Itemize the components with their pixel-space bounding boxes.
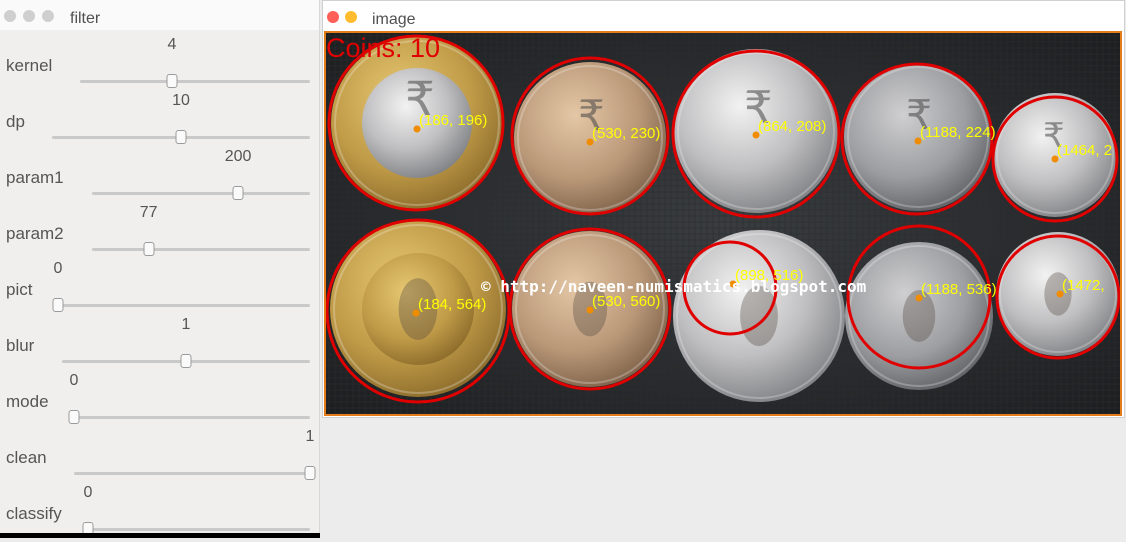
detection-coordinate-label: (184, 564) — [418, 296, 486, 313]
slider-label: kernel — [6, 56, 53, 75]
slider-param2[interactable]: param2 77 — [0, 204, 320, 262]
detection-coordinate-label: (1472, — [1062, 277, 1105, 294]
slider-value: 4 — [167, 36, 177, 53]
filter-window: filter kernel 4 dp 10 param1 200 param2 77 pict 0… — [0, 0, 320, 538]
slider-clean[interactable]: clean 1 — [0, 428, 320, 486]
filter-titlebar: filter — [0, 0, 319, 30]
slider-kernel[interactable]: kernel 4 — [0, 36, 320, 94]
slider-track[interactable] — [80, 80, 310, 83]
image-window: image ₹ ₹ ₹ ₹ ₹ (186, 196) (530, 230) (8… — [322, 0, 1125, 418]
slider-value: 1 — [305, 428, 315, 445]
slider-value: 0 — [53, 260, 63, 277]
slider-dp[interactable]: dp 10 — [0, 92, 320, 150]
slider-blur[interactable]: blur 1 — [0, 316, 320, 374]
slider-label: mode — [6, 392, 49, 411]
slider-label: param2 — [6, 224, 64, 243]
slider-track[interactable] — [88, 528, 310, 531]
minimize-icon[interactable] — [345, 11, 357, 23]
zoom-icon[interactable] — [42, 10, 54, 22]
slider-label: dp — [6, 112, 25, 131]
slider-thumb[interactable] — [304, 466, 316, 480]
filter-window-title: filter — [70, 10, 101, 27]
slider-track[interactable] — [92, 248, 310, 251]
close-icon[interactable] — [327, 11, 339, 23]
slider-label: clean — [6, 448, 47, 467]
slider-pict[interactable]: pict 0 — [0, 260, 320, 318]
slider-track[interactable] — [74, 416, 310, 419]
slider-thumb[interactable] — [175, 130, 187, 144]
slider-param1[interactable]: param1 200 — [0, 148, 320, 206]
watermark-text: © http://naveen-numismatics.blogspot.com — [481, 277, 867, 296]
slider-value: 0 — [83, 484, 93, 501]
panel-bottom-edge — [0, 533, 320, 538]
slider-mode[interactable]: mode 0 — [0, 372, 320, 430]
detection-coordinate-label: (1188, 224) — [920, 124, 996, 141]
slider-thumb[interactable] — [166, 74, 178, 88]
image-titlebar: image — [323, 1, 1124, 31]
slider-thumb[interactable] — [143, 242, 155, 256]
slider-thumb[interactable] — [52, 298, 64, 312]
slider-label: pict — [6, 280, 33, 299]
minimize-icon[interactable] — [23, 10, 35, 22]
slider-value: 200 — [224, 148, 252, 165]
coin-count-label: Coins: 10 — [326, 33, 440, 63]
detection-coordinate-label: (186, 196) — [419, 112, 487, 129]
detection-coordinate-label: (864, 208) — [758, 118, 826, 135]
slider-thumb[interactable] — [180, 354, 192, 368]
slider-value: 77 — [139, 204, 158, 221]
slider-value: 0 — [69, 372, 79, 389]
slider-value: 1 — [181, 316, 191, 333]
coin-image: ₹ ₹ ₹ ₹ ₹ (186, 196)(530, 230) (864, 208) (118… — [326, 33, 1120, 414]
detection-coordinate-label: (530, 230) — [592, 125, 660, 142]
slider-label: classify — [6, 504, 62, 523]
coin-image-canvas[interactable]: ₹ ₹ ₹ ₹ ₹ (186, 196) (530, 230) (864, 208) (118… — [324, 31, 1122, 416]
slider-track[interactable] — [58, 304, 310, 307]
slider-thumb[interactable] — [68, 410, 80, 424]
slider-track[interactable] — [92, 192, 310, 195]
slider-track[interactable] — [74, 472, 310, 475]
detection-coordinate-label: (1464, 2 — [1057, 142, 1112, 159]
slider-thumb[interactable] — [232, 186, 244, 200]
image-window-title: image — [372, 11, 416, 28]
slider-label: blur — [6, 336, 35, 355]
slider-label: param1 — [6, 168, 64, 187]
close-icon[interactable] — [4, 10, 16, 22]
detection-coordinate-label: (1188, 536) — [921, 281, 997, 298]
slider-value: 10 — [172, 92, 190, 109]
